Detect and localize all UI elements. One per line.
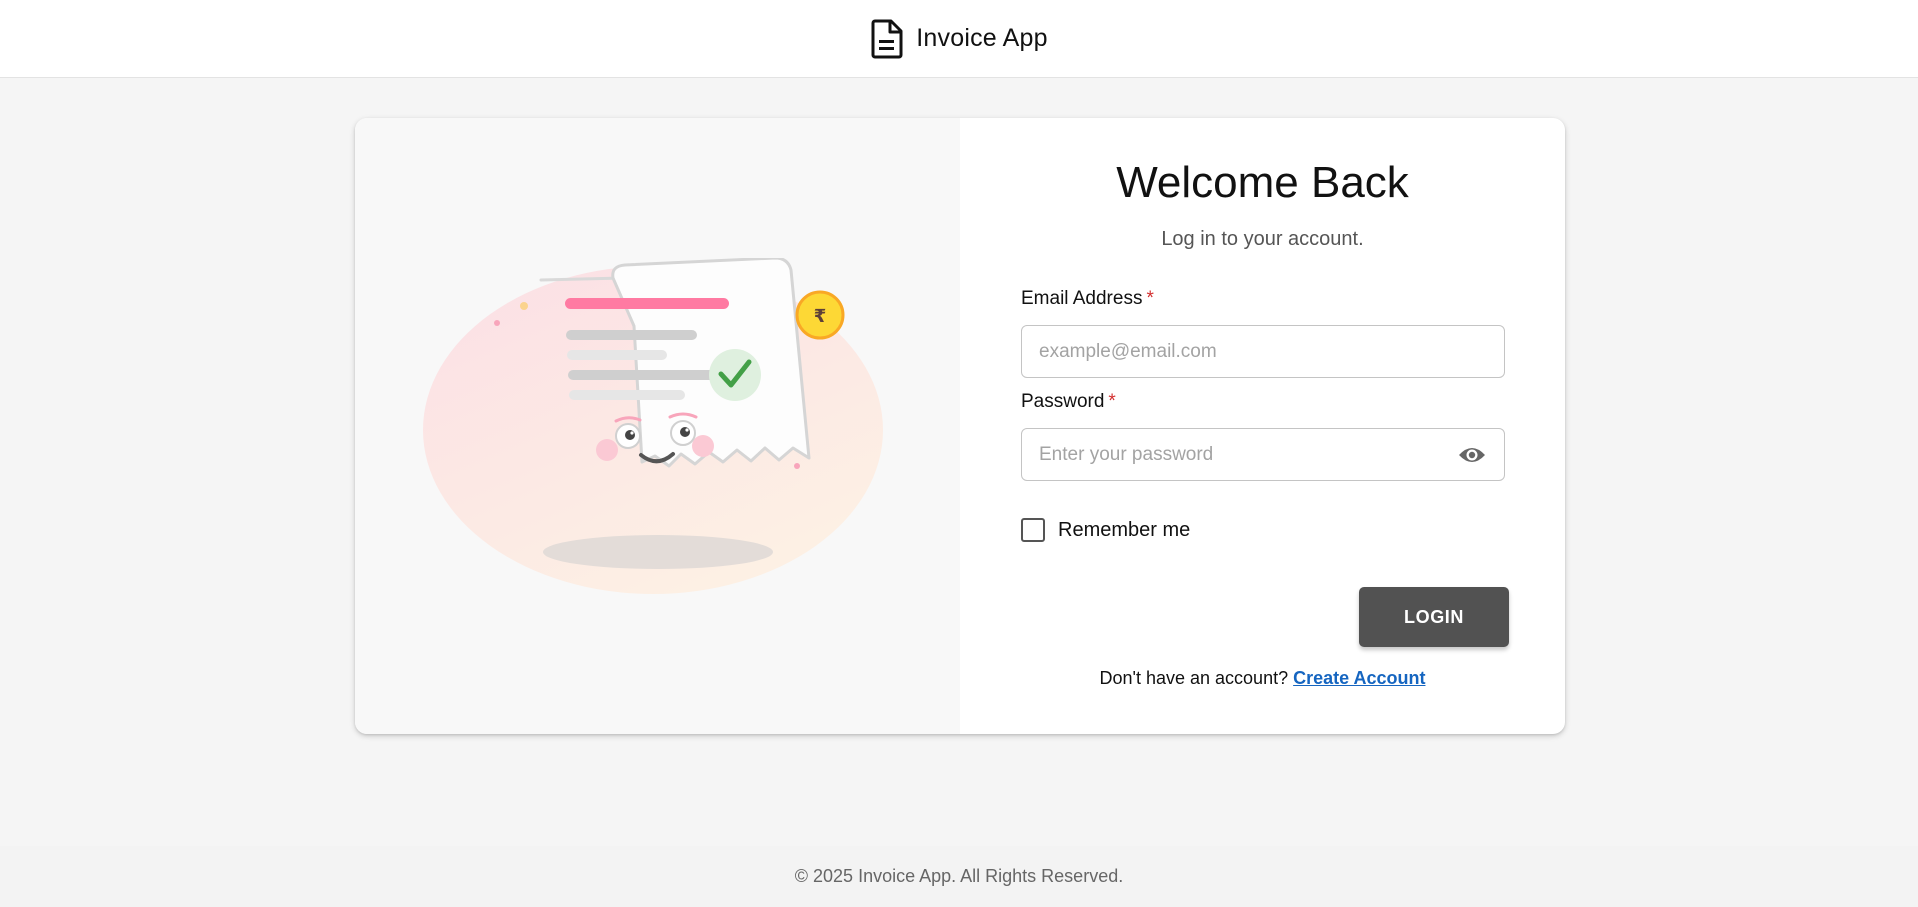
signup-prompt: Don't have an account? Create Account [960,668,1565,689]
toggle-password-visibility-button[interactable] [1457,440,1487,470]
app-header: Invoice App [0,0,1918,78]
remember-me-label: Remember me [1058,518,1191,541]
signup-prompt-text: Don't have an account? [1099,668,1289,688]
page-subtitle: Log in to your account. [1161,228,1364,250]
checkbox-box[interactable] [1021,518,1045,542]
login-button[interactable]: LOGIN [1359,587,1509,647]
brand[interactable]: Invoice App [870,19,1048,59]
password-label-text: Password [1021,391,1105,412]
page-title: Welcome Back [1116,158,1409,207]
password-field-wrapper [1021,428,1505,481]
required-marker: * [1108,391,1116,412]
invoice-illustration: ₹ [423,258,883,594]
eye-icon [1459,447,1485,462]
create-account-link[interactable]: Create Account [1293,668,1425,688]
illustration-panel: ₹ [355,118,960,734]
email-label: Email Address * [1021,288,1154,310]
page-footer: © 2025 Invoice App. All Rights Reserved. [0,846,1918,907]
password-label: Password * [1021,391,1116,413]
coin-symbol: ₹ [814,306,827,327]
required-marker: * [1146,288,1154,309]
receipt [611,258,811,468]
login-form-panel: Welcome Back Log in to your account. Ema… [960,118,1565,734]
copyright-text: © 2025 Invoice App. All Rights Reserved. [794,866,1124,886]
login-card: ₹ Welcome Back Log in to your account. E… [355,118,1565,734]
email-label-text: Email Address [1021,288,1143,309]
password-field[interactable] [1039,429,1457,480]
remember-me-checkbox[interactable]: Remember me [1021,518,1190,542]
email-field[interactable] [1039,326,1487,377]
email-field-wrapper [1021,325,1505,378]
app-title: Invoice App [916,24,1048,52]
document-icon [871,19,903,58]
